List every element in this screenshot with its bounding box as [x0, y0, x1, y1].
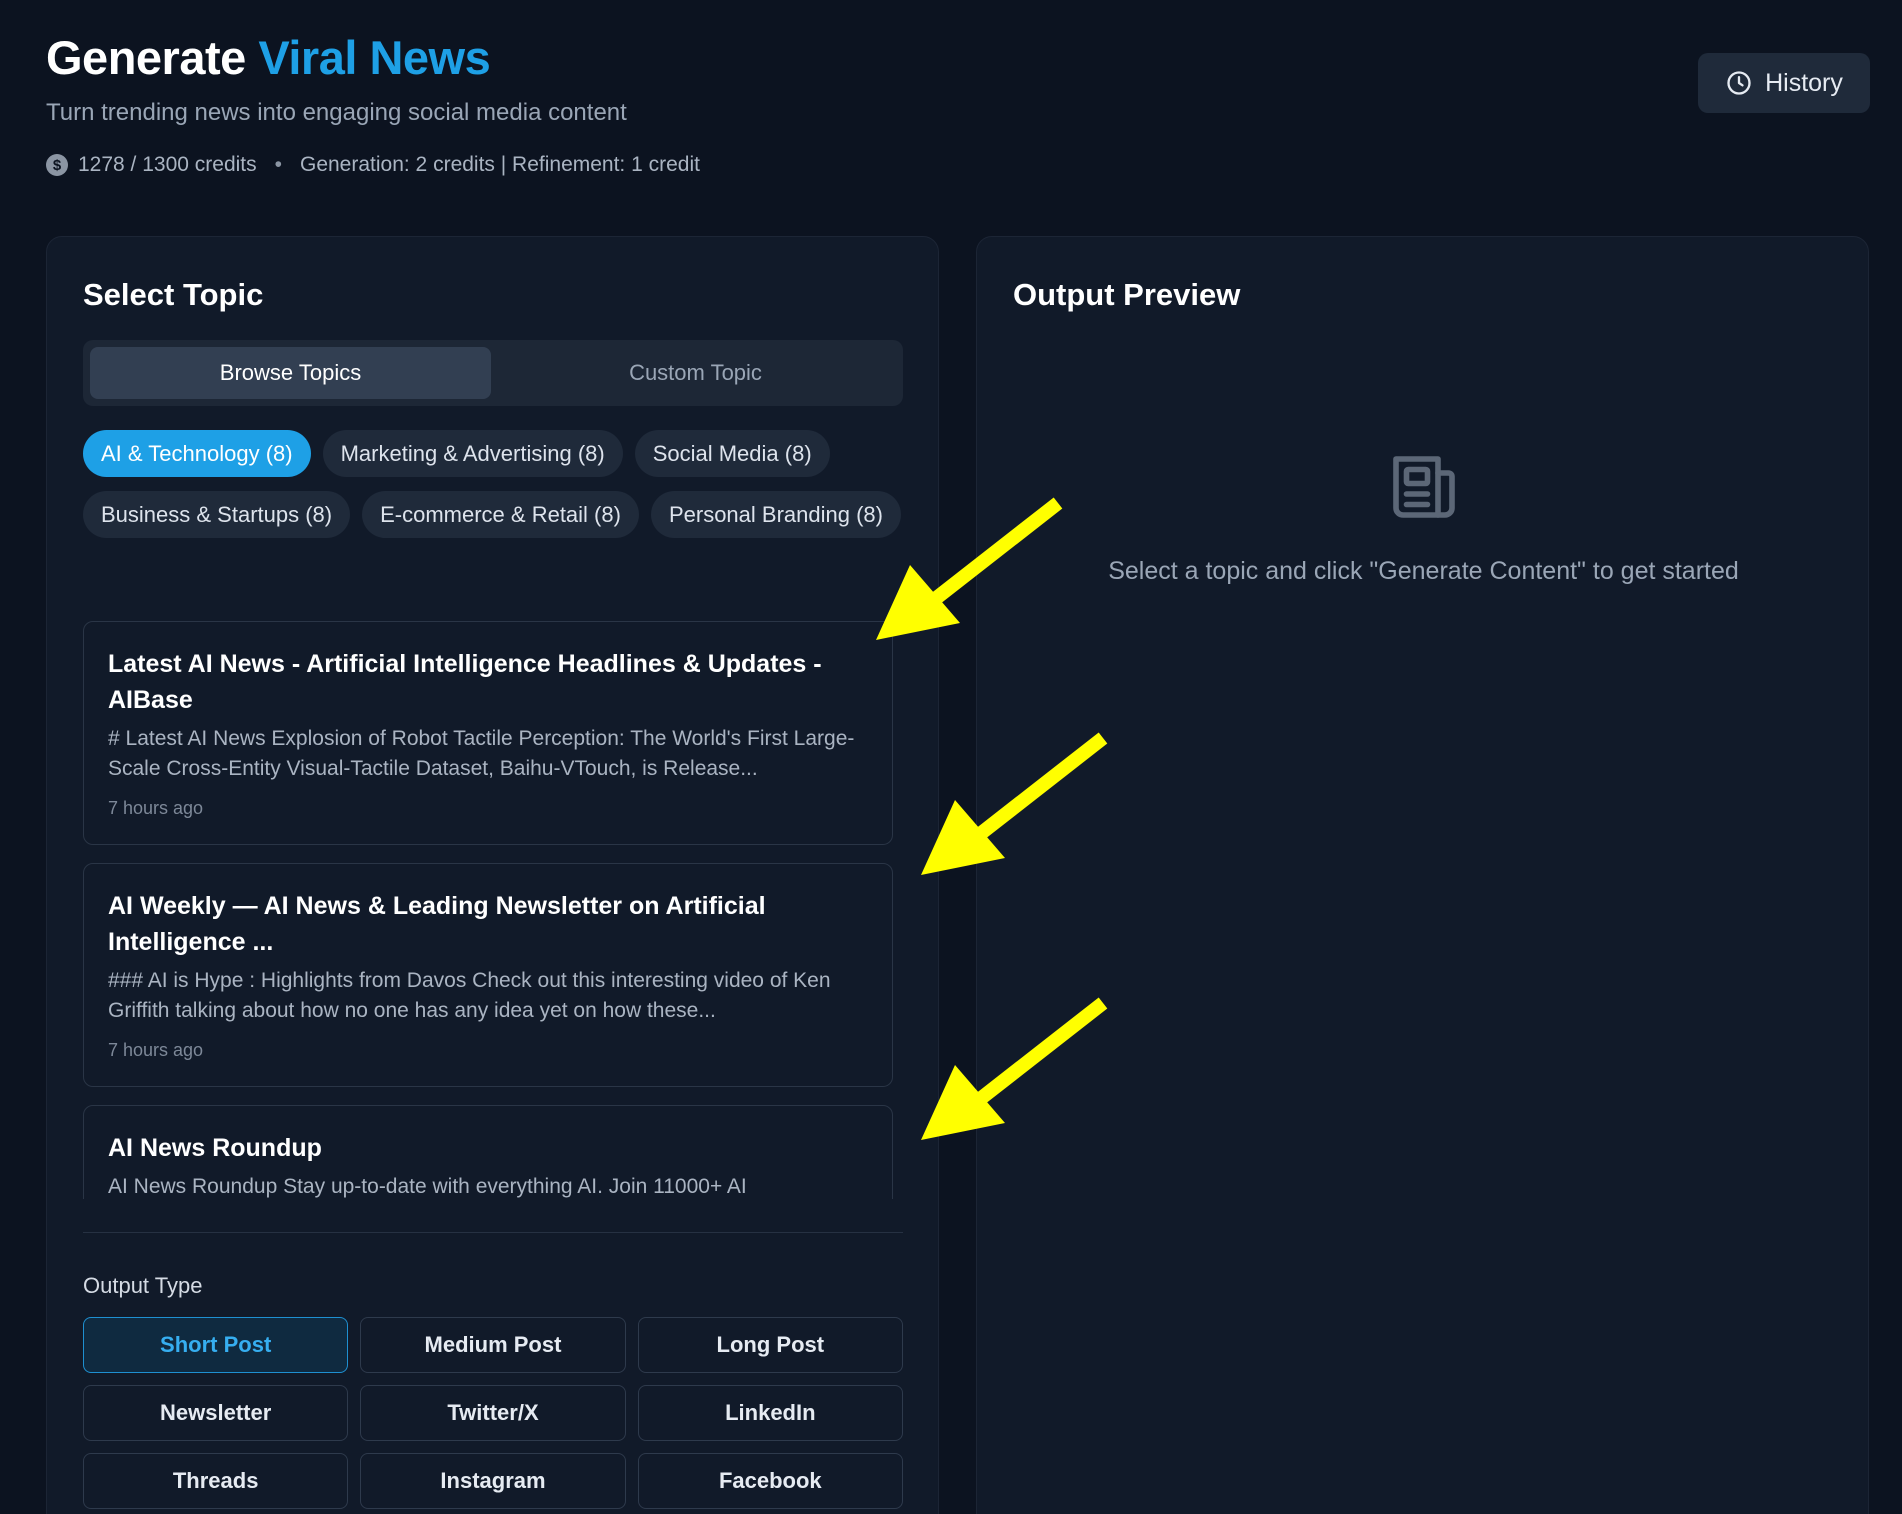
category-chip-business-startups[interactable]: Business & Startups (8) — [83, 491, 351, 538]
annotation-arrow-2 — [921, 732, 1108, 875]
topic-tabs: Browse Topics Custom Topic — [83, 340, 903, 406]
preview-empty-message: Select a topic and click "Generate Conte… — [1108, 557, 1739, 585]
select-topic-panel: Select Topic Browse Topics Custom Topic … — [46, 236, 939, 1514]
title-prefix: Generate — [46, 31, 246, 84]
output-type-medium-post[interactable]: Medium Post — [360, 1317, 626, 1373]
credits-balance: 1278 / 1300 credits — [78, 153, 257, 176]
clock-icon — [1727, 71, 1751, 95]
news-snippet: AI News Roundup Stay up-to-date with eve… — [108, 1175, 747, 1198]
news-card[interactable]: AI News Roundup AI News Roundup Stay up-… — [83, 1105, 893, 1199]
output-type-linkedin[interactable]: LinkedIn — [637, 1385, 903, 1441]
news-snippet: ### AI is Hype : Highlights from Davos C… — [108, 969, 831, 1022]
output-type-twitter-x[interactable]: Twitter/X — [360, 1385, 626, 1441]
news-snippet: # Latest AI News Explosion of Robot Tact… — [108, 727, 855, 780]
output-type-threads[interactable]: Threads — [83, 1453, 349, 1509]
news-title: AI News Roundup — [108, 1134, 322, 1162]
title-accent: Viral News — [258, 31, 491, 84]
category-chip-personal-branding[interactable]: Personal Branding (8) — [650, 491, 901, 538]
output-type-label: Output Type — [83, 1273, 203, 1298]
output-type-grid: Short Post Medium Post Long Post Newslet… — [83, 1317, 903, 1509]
category-chip-ecommerce-retail[interactable]: E-commerce & Retail (8) — [362, 491, 639, 538]
select-topic-title: Select Topic — [83, 277, 264, 312]
page-header: Generate Viral News Turn trending news i… — [46, 30, 700, 177]
category-chip-social-media[interactable]: Social Media (8) — [634, 430, 830, 477]
category-chip-marketing-advertising[interactable]: Marketing & Advertising (8) — [322, 430, 623, 477]
category-chip-ai-technology[interactable]: AI & Technology (8) — [83, 430, 311, 477]
annotation-arrow-3 — [921, 997, 1108, 1140]
news-card[interactable]: Latest AI News - Artificial Intelligence… — [83, 621, 893, 845]
output-preview-title: Output Preview — [1013, 277, 1241, 312]
page-title: Generate Viral News — [46, 30, 700, 85]
output-type-instagram[interactable]: Instagram — [360, 1453, 626, 1509]
credits-info: $ 1278 / 1300 credits • Generation: 2 cr… — [46, 153, 700, 177]
coin-icon: $ — [46, 154, 68, 176]
news-title: Latest AI News - Artificial Intelligence… — [108, 650, 822, 714]
news-card[interactable]: AI Weekly — AI News & Leading Newsletter… — [83, 863, 893, 1087]
category-chips: AI & Technology (8) Marketing & Advertis… — [83, 430, 913, 538]
output-type-short-post[interactable]: Short Post — [83, 1317, 349, 1373]
tab-custom-topic[interactable]: Custom Topic — [495, 347, 896, 399]
history-button[interactable]: History — [1698, 53, 1870, 113]
output-type-long-post[interactable]: Long Post — [637, 1317, 903, 1373]
output-type-newsletter[interactable]: Newsletter — [83, 1385, 349, 1441]
separator-dot: • — [274, 153, 282, 176]
tab-browse-topics[interactable]: Browse Topics — [90, 347, 491, 399]
credits-costs: Generation: 2 credits | Refinement: 1 cr… — [299, 153, 700, 176]
annotation-arrow-1 — [876, 497, 1063, 640]
news-timestamp: 7 hours ago — [108, 1040, 204, 1060]
output-type-facebook[interactable]: Facebook — [637, 1453, 903, 1509]
history-label: History — [1765, 68, 1843, 97]
newspaper-icon — [1393, 456, 1455, 518]
news-timestamp: 7 hours ago — [108, 798, 204, 818]
page-subtitle: Turn trending news into engaging social … — [46, 99, 627, 126]
news-list[interactable]: Latest AI News - Artificial Intelligence… — [83, 621, 893, 1199]
news-title: AI Weekly — AI News & Leading Newsletter… — [108, 892, 766, 956]
section-divider — [83, 1232, 903, 1233]
